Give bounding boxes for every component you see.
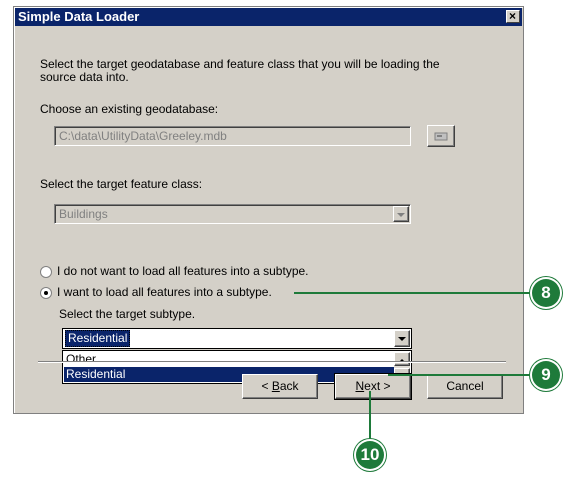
- cancel-button[interactable]: Cancel: [427, 374, 503, 399]
- feature-class-combo[interactable]: Buildings: [54, 204, 411, 224]
- radio-load-into-subtype[interactable]: [40, 287, 52, 299]
- target-subtype-dropdown-button[interactable]: [394, 330, 410, 347]
- window-title: Simple Data Loader: [18, 9, 140, 24]
- next-button[interactable]: Next >: [334, 373, 412, 400]
- chevron-down-icon: [397, 213, 405, 217]
- target-subtype-combo[interactable]: Residential: [62, 328, 412, 349]
- callout-10: 10: [356, 441, 384, 469]
- close-icon: ×: [509, 9, 517, 23]
- cancel-button-label: Cancel: [446, 379, 484, 393]
- back-button-label: ack: [279, 379, 299, 393]
- intro-text-line2: source data into.: [40, 70, 129, 84]
- title-bar: Simple Data Loader ×: [15, 8, 522, 26]
- radio-no-subtype[interactable]: [40, 266, 52, 278]
- simple-data-loader-dialog: Simple Data Loader × Select the target g…: [13, 6, 524, 414]
- back-button-mnemonic: B: [271, 379, 280, 393]
- chevron-down-icon: [398, 337, 406, 341]
- geodatabase-path-field[interactable]: C:\data\UtilityData\Greeley.mdb: [54, 126, 411, 146]
- intro-text-line1: Select the target geodatabase and featur…: [40, 57, 440, 71]
- feature-class-value: Buildings: [59, 207, 108, 221]
- feature-class-label: Select the target feature class:: [40, 177, 203, 191]
- back-button-prefix: <: [261, 379, 272, 393]
- callout-10-line: [369, 391, 371, 441]
- target-subtype-label: Select the target subtype.: [59, 307, 196, 321]
- back-button[interactable]: < Back: [242, 374, 318, 399]
- feature-class-dropdown-button[interactable]: [393, 206, 409, 222]
- browse-button[interactable]: [427, 125, 455, 147]
- radio-load-into-subtype-label: I want to load all features into a subty…: [57, 285, 272, 299]
- target-subtype-value: Residential: [65, 330, 131, 347]
- browse-folder-icon: [434, 132, 448, 141]
- close-button[interactable]: ×: [506, 9, 520, 23]
- callout-9: 9: [532, 361, 560, 389]
- next-button-mnemonic: N: [355, 379, 365, 393]
- geodatabase-label: Choose an existing geodatabase:: [40, 102, 219, 116]
- button-separator: [38, 361, 506, 363]
- callout-8: 8: [532, 279, 560, 307]
- callout-8-line: [294, 292, 534, 294]
- list-item-other[interactable]: Other: [64, 352, 394, 367]
- callout-9-line: [388, 374, 534, 376]
- scroll-up-button[interactable]: [394, 352, 410, 366]
- radio-no-subtype-label: I do not want to load all features into …: [57, 264, 309, 278]
